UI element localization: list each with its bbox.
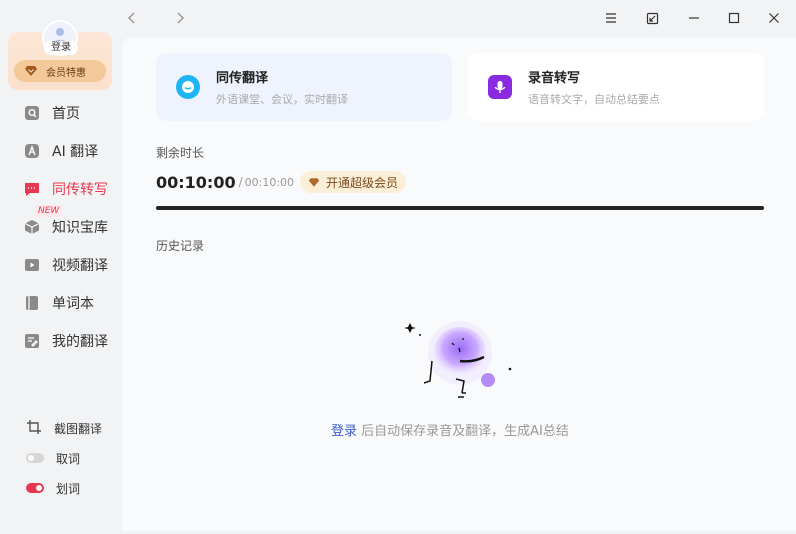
history-label: 历史记录 — [156, 239, 205, 253]
crop-icon — [26, 419, 42, 438]
chevron-right-icon — [177, 12, 185, 24]
sidebar-item-label: 首页 — [52, 106, 80, 122]
my-translation-icon — [24, 333, 40, 349]
interpret-chat-icon — [176, 75, 200, 99]
vip-offer-button[interactable]: 会员特惠 — [14, 60, 106, 82]
empty-state-illustration — [402, 313, 522, 407]
vip-button-label: 开通超级会员 — [326, 175, 399, 190]
hamburger-icon — [606, 13, 616, 23]
empty-state-text: 后自动保存录音及翻译，生成AI总结 — [357, 424, 569, 439]
sidebar-item-knowledge[interactable]: 知识宝库 — [24, 215, 108, 239]
recording-card[interactable]: 录音转写 语音转文字，自动总结要点 — [468, 53, 764, 121]
video-icon — [24, 257, 40, 273]
diamond-icon — [25, 66, 37, 76]
home-icon — [24, 105, 40, 121]
menu-button[interactable] — [601, 8, 621, 28]
sidebar: 登录 会员特惠 首页 AI 翻译 同传转写 NEW 知识宝库 视频翻译 单词本 … — [0, 0, 122, 534]
remaining-progress-bar — [156, 206, 764, 210]
sidebar-item-home[interactable]: 首页 — [24, 101, 80, 125]
sidebar-item-label: 知识宝库 — [52, 220, 108, 236]
tool-label: 截图翻译 — [54, 421, 103, 436]
forward-button[interactable] — [170, 8, 190, 28]
screenshot-translate-button[interactable]: 截图翻译 — [26, 419, 102, 437]
sidebar-item-label: 我的翻译 — [52, 334, 108, 350]
remaining-time: 00:10:00 — [156, 172, 236, 192]
minimize-button[interactable] — [684, 8, 704, 28]
login-link[interactable]: 登录 — [331, 424, 357, 439]
time-separator: / — [238, 175, 243, 189]
sidebar-item-label: 视频翻译 — [52, 258, 108, 274]
back-button[interactable] — [122, 8, 142, 28]
sidebar-item-label: AI 翻译 — [52, 144, 99, 160]
sidebar-item-ai-translate[interactable]: AI 翻译 — [24, 139, 98, 163]
vip-offer-label: 会员特惠 — [46, 67, 86, 79]
diamond-icon — [308, 177, 320, 187]
maximize-icon — [728, 12, 740, 24]
mini-window-icon — [646, 12, 658, 24]
close-icon — [769, 13, 779, 23]
knowledge-icon — [24, 219, 40, 235]
mini-mode-button[interactable] — [642, 8, 662, 28]
open-super-vip-button[interactable]: 开通超级会员 — [300, 171, 407, 193]
sidebar-item-wordbook[interactable]: 单词本 — [24, 291, 94, 315]
selection-translate-toggle[interactable]: 划词 — [26, 479, 80, 497]
chevron-left-icon — [127, 12, 135, 24]
card-subtitle: 外语课堂、会议，实时翻译 — [216, 93, 348, 106]
empty-state-message: 登录 后自动保存录音及翻译，生成AI总结 — [331, 420, 569, 439]
sidebar-item-label: 单词本 — [52, 296, 94, 312]
card-title: 同传翻译 — [216, 71, 269, 86]
maximize-button[interactable] — [724, 8, 744, 28]
total-time: 00:10:00 — [244, 175, 295, 189]
interpret-card[interactable]: 同传翻译 外语课堂、会议，实时翻译 — [156, 53, 452, 121]
interpret-icon — [24, 181, 40, 197]
wordbook-icon — [24, 295, 40, 311]
main-panel: 同传翻译 外语课堂、会议，实时翻译 录音转写 语音转文字，自动总结要点 剩余时长… — [122, 37, 796, 531]
toggle-switch-on[interactable] — [26, 483, 44, 493]
close-button[interactable] — [764, 8, 784, 28]
tool-label: 划词 — [56, 481, 81, 496]
card-title: 录音转写 — [528, 71, 581, 86]
minimize-icon — [689, 17, 699, 19]
sidebar-item-label: 同传转写 — [52, 182, 108, 198]
remaining-time-label: 剩余时长 — [156, 146, 205, 160]
tool-label: 取词 — [56, 451, 81, 466]
mic-icon — [488, 75, 512, 99]
sidebar-item-my-translation[interactable]: 我的翻译 — [24, 329, 108, 353]
remaining-timer: 00:10:00 / 00:10:00 开通超级会员 — [156, 171, 407, 193]
login-label[interactable]: 登录 — [44, 41, 78, 55]
sidebar-item-video-translate[interactable]: 视频翻译 — [24, 253, 108, 277]
word-pick-toggle[interactable]: 取词 — [26, 449, 80, 467]
toggle-switch-off[interactable] — [26, 453, 44, 463]
ai-icon — [24, 143, 40, 159]
sidebar-item-interpret[interactable]: 同传转写 — [24, 177, 108, 201]
progress-fill — [156, 206, 764, 210]
card-subtitle: 语音转文字，自动总结要点 — [528, 93, 660, 106]
